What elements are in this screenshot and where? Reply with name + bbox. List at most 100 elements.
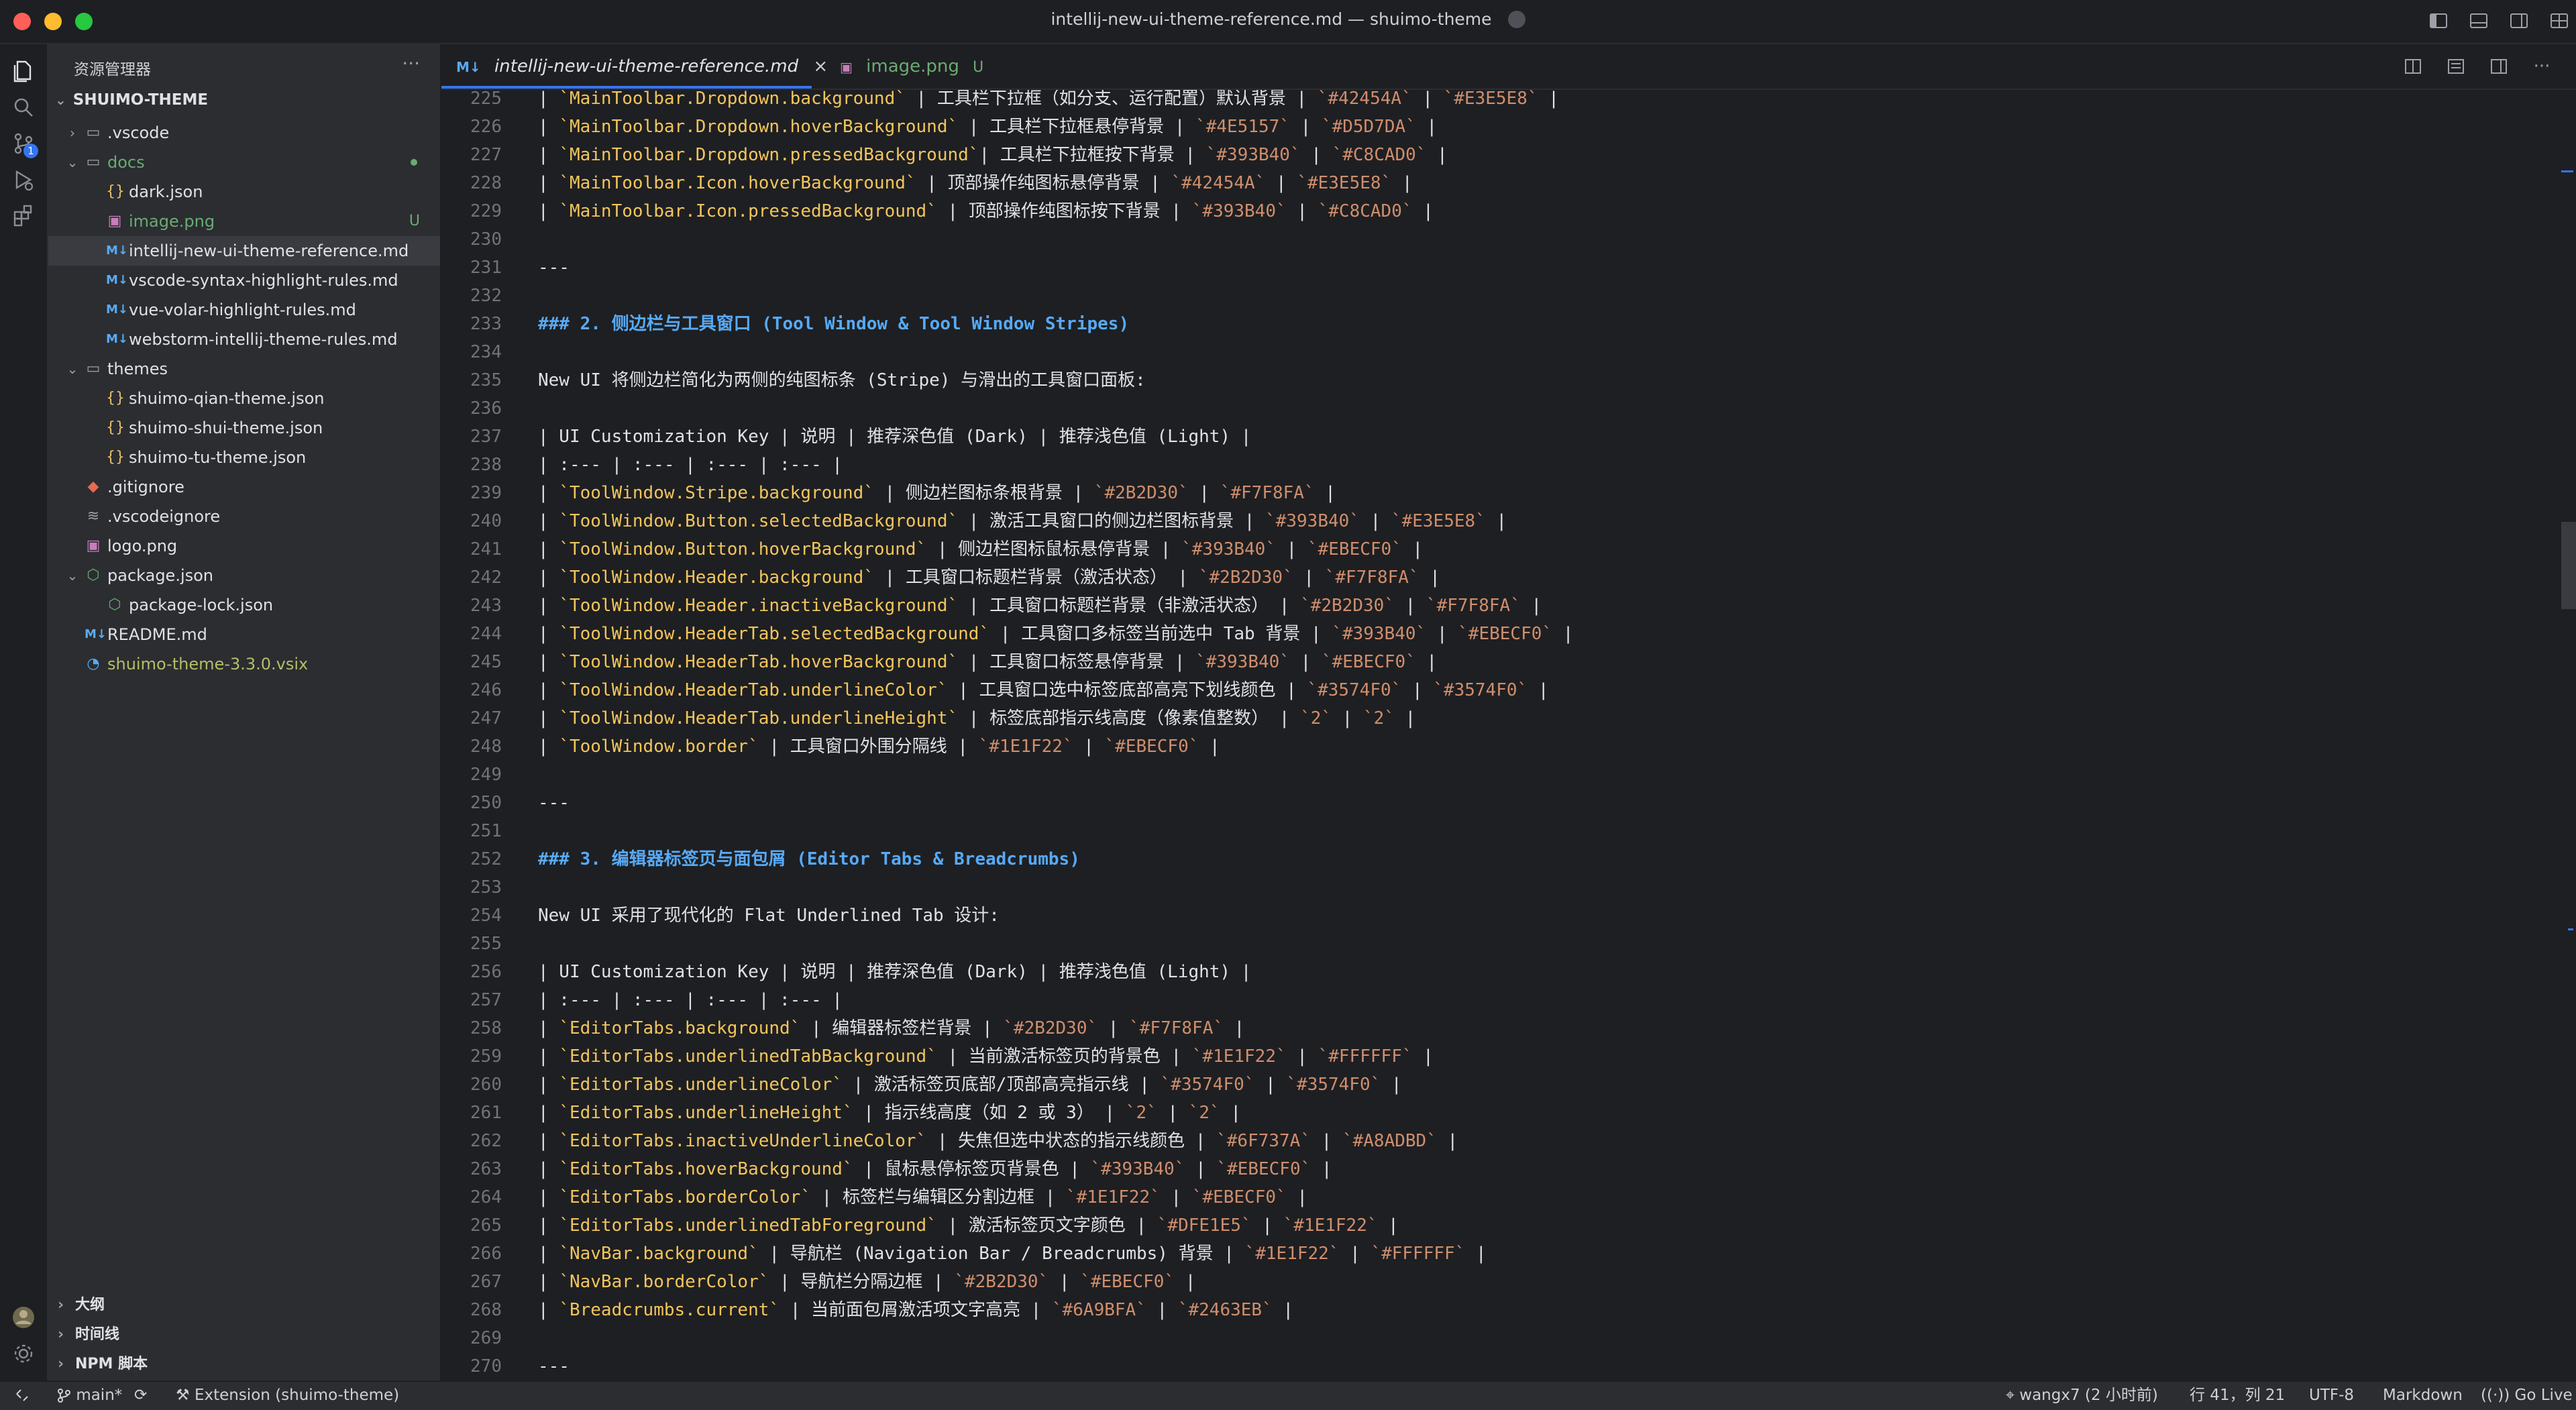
text-segment: | xyxy=(1520,596,1542,616)
language-mode[interactable]: Markdown xyxy=(2383,1382,2463,1409)
open-changes-icon[interactable] xyxy=(2403,56,2423,76)
tree-file[interactable]: ⌄ ⬡ package.json xyxy=(48,561,440,590)
go-live-button[interactable]: ((·)) Go Live xyxy=(2481,1382,2573,1409)
text-segment: --- xyxy=(538,793,570,813)
extensions-icon[interactable] xyxy=(11,204,36,228)
text-segment: | xyxy=(1426,624,1458,644)
project-root[interactable]: ⌄ SHUIMO-THEME xyxy=(55,91,208,109)
chevron-down-icon: ⌄ xyxy=(66,361,78,377)
tree-file[interactable]: M↓ README.md xyxy=(48,620,440,649)
ui-key-token: `MainToolbar.Dropdown.pressedBackground` xyxy=(559,145,979,165)
color-value-token: `#3574F0` xyxy=(1307,680,1402,700)
toggle-secondary-sidebar-icon[interactable] xyxy=(2509,11,2529,31)
color-value-token: `#E3E5E8` xyxy=(1297,173,1392,193)
open-preview-icon[interactable] xyxy=(2446,56,2466,76)
tree-file[interactable]: ◔ shuimo-theme-3.3.0.vsix xyxy=(48,649,440,679)
color-value-token: `#3574F0` xyxy=(1160,1075,1255,1095)
code-editor[interactable]: 225 | `MainToolbar.Dropdown.background` |… xyxy=(441,90,2576,1380)
tree-folder[interactable]: › ▭ .vscode xyxy=(48,118,440,148)
text-segment: | xyxy=(1401,680,1434,700)
git-branch-icon[interactable]: 1 xyxy=(11,131,38,158)
cursor-position[interactable]: 行 41，列 21 xyxy=(2190,1382,2285,1409)
window-title-text: intellij-new-ui-theme-reference.md — shu… xyxy=(1051,9,1492,29)
remote-icon[interactable] xyxy=(15,1382,30,1409)
more-actions-icon[interactable]: ··· xyxy=(2532,56,2552,76)
toggle-primary-sidebar-icon[interactable] xyxy=(2428,11,2449,31)
git-branch-icon xyxy=(58,1389,70,1403)
ui-key-token: `EditorTabs.underlinedTabForeground` xyxy=(559,1215,937,1236)
line-content: --- xyxy=(538,254,570,282)
json-file-icon: {} xyxy=(106,390,125,406)
tree-item-label: docs xyxy=(107,153,145,172)
more-actions-icon[interactable]: ··· xyxy=(402,52,420,74)
color-value-token: `#1E1F22` xyxy=(1065,1187,1161,1207)
tree-folder[interactable]: ⌄ ▭ docs xyxy=(48,148,440,177)
branch-name: main* xyxy=(76,1387,123,1404)
sync-icon[interactable]: ⟳ xyxy=(134,1382,147,1409)
tree-file[interactable]: ▣ image.png U xyxy=(48,207,440,236)
files-icon[interactable] xyxy=(11,59,36,83)
chevron-down-icon: ⌄ xyxy=(66,567,78,584)
avatar-icon[interactable] xyxy=(11,1305,36,1330)
search-icon[interactable] xyxy=(11,95,36,119)
line-number: 228 xyxy=(470,173,502,193)
gear-icon[interactable] xyxy=(11,1342,36,1366)
text-segment: | xyxy=(1097,1018,1130,1038)
line-content: | `ToolWindow.Button.hoverBackground` | … xyxy=(538,535,1423,563)
tree-file[interactable]: {} shuimo-qian-theme.json xyxy=(48,384,440,413)
tree-file[interactable]: {} shuimo-shui-theme.json xyxy=(48,413,440,443)
tree-folder[interactable]: ⌄ ▭ themes xyxy=(48,354,440,384)
code-line: 250 --- xyxy=(441,789,2576,817)
code-line: 251 xyxy=(441,817,2576,845)
tree-file[interactable]: ⬡ package-lock.json xyxy=(48,590,440,620)
tree-file[interactable]: M↓ webstorm-intellij-theme-rules.md xyxy=(48,325,440,354)
run-debug-icon[interactable] xyxy=(11,168,36,192)
extension-status[interactable]: ⚒ Extension (shuimo-theme) xyxy=(176,1382,399,1409)
tree-file[interactable]: ▣ logo.png xyxy=(48,531,440,561)
text-segment: | xyxy=(538,173,559,193)
color-value-token: `#F7F8FA` xyxy=(1220,483,1315,503)
line-number: 244 xyxy=(470,624,502,644)
text-segment: | xyxy=(538,1018,559,1038)
outline-section[interactable]: › 大纲 xyxy=(48,1291,440,1320)
editor-scrollbar-thumb[interactable] xyxy=(2561,522,2576,609)
tab-image-png[interactable]: ▣ image.png U xyxy=(828,44,983,89)
split-editor-icon[interactable] xyxy=(2489,56,2509,76)
text-segment: | xyxy=(1381,1075,1402,1095)
ui-key-token: `EditorTabs.hoverBackground` xyxy=(559,1159,853,1179)
line-number: 225 xyxy=(470,90,502,109)
tree-file[interactable]: M↓ vscode-syntax-highlight-rules.md xyxy=(48,266,440,295)
line-number: 256 xyxy=(470,962,502,982)
tree-file[interactable]: M↓ intellij-new-ui-theme-reference.md xyxy=(48,236,440,266)
line-number: 234 xyxy=(470,342,502,362)
text-segment: | xyxy=(1415,652,1438,672)
toggle-panel-icon[interactable] xyxy=(2469,11,2489,31)
text-segment: | xyxy=(1419,567,1440,588)
npm-scripts-section[interactable]: › NPM 脚本 xyxy=(48,1350,440,1379)
customize-layout-icon[interactable] xyxy=(2549,11,2569,31)
git-blame[interactable]: ⌖ wangx7 (2 小时前) xyxy=(2006,1382,2158,1409)
code-line: 229 | `MainToolbar.Icon.pressedBackground… xyxy=(441,197,2576,225)
editor-tab-bar: M↓ intellij-new-ui-theme-reference.md × … xyxy=(441,44,2576,90)
tree-file[interactable]: {} dark.json xyxy=(48,177,440,207)
code-line: 244 | `ToolWindow.HeaderTab.selectedBackg… xyxy=(441,620,2576,648)
code-line: 261 | `EditorTabs.underlineHeight` | 指示线高… xyxy=(441,1099,2576,1127)
tree-file[interactable]: ≋ .vscodeignore xyxy=(48,502,440,531)
tab-intellij-new-ui-theme-reference[interactable]: M↓ intellij-new-ui-theme-reference.md × xyxy=(441,44,828,89)
timeline-section[interactable]: › 时间线 xyxy=(48,1320,440,1350)
line-number: 266 xyxy=(470,1244,502,1264)
tree-file[interactable]: ◆ .gitignore xyxy=(48,472,440,502)
close-icon[interactable]: × xyxy=(813,56,828,76)
branch-indicator[interactable]: main* xyxy=(56,1382,122,1409)
tree-file[interactable]: {} shuimo-tu-theme.json xyxy=(48,443,440,472)
color-value-token: `#393B40` xyxy=(1332,624,1427,644)
code-line: 246 | `ToolWindow.HeaderTab.underlineColo… xyxy=(441,676,2576,704)
code-line: 262 | `EditorTabs.inactiveUnderlineColor`… xyxy=(441,1127,2576,1155)
tree-file[interactable]: M↓ vue-volar-highlight-rules.md xyxy=(48,295,440,325)
text-segment: | xyxy=(538,1046,559,1067)
text-segment: | 工具栏下拉框悬停背景 | xyxy=(958,117,1196,137)
line-number: 257 xyxy=(470,990,502,1010)
encoding[interactable]: UTF-8 xyxy=(2309,1382,2354,1409)
ui-key-token: `EditorTabs.background` xyxy=(559,1018,801,1038)
code-line: 265 | `EditorTabs.underlinedTabForeground… xyxy=(441,1211,2576,1240)
